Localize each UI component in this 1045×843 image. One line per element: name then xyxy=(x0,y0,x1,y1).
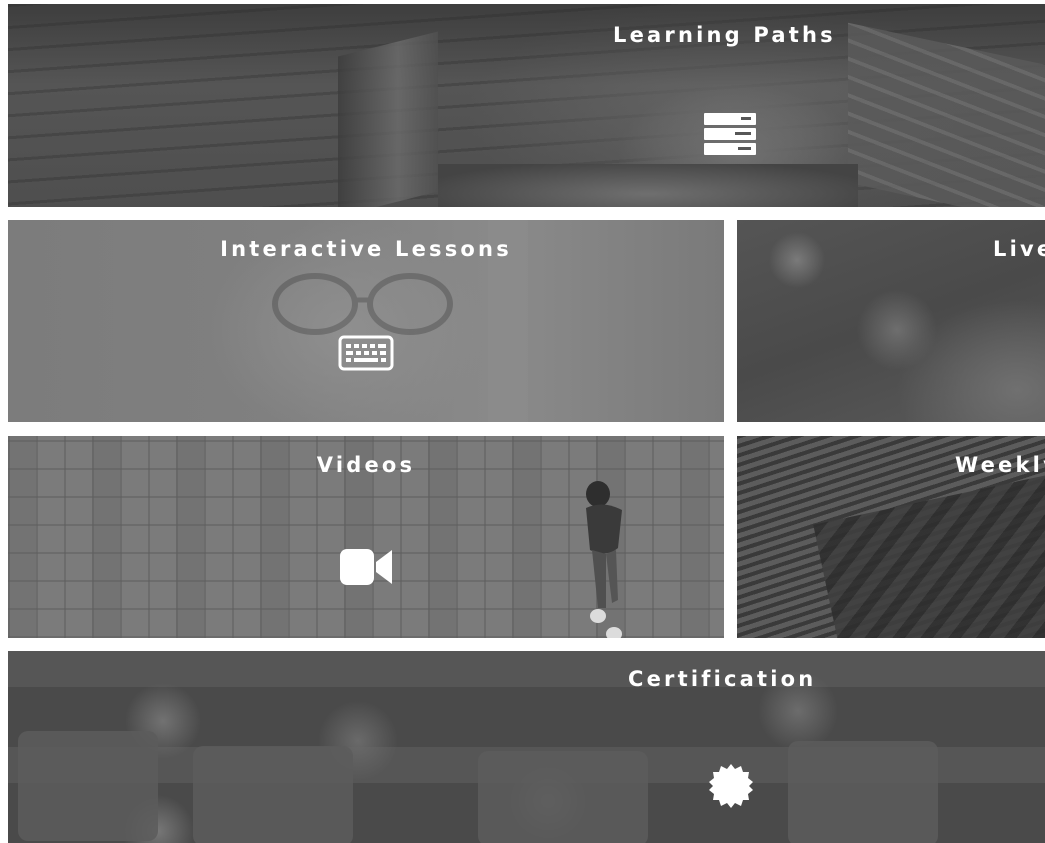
interactive-lessons-label: Interactive Lessons xyxy=(220,237,512,261)
background-stair-shape xyxy=(813,470,1045,638)
live-tile[interactable]: Live xyxy=(737,220,1045,422)
certification-label: Certification xyxy=(628,667,817,691)
live-label: Live xyxy=(993,237,1045,261)
video-camera-icon xyxy=(340,549,392,585)
course-feature-grid: Learning Paths Interactive Lessons Liv V… xyxy=(0,0,1045,843)
weekly-tile[interactable]: Weekly xyxy=(737,436,1045,638)
background-glasses-shape xyxy=(272,273,453,335)
background-person-shape xyxy=(586,481,622,638)
corridor-floor xyxy=(438,164,858,207)
server-stack-icon xyxy=(704,113,756,155)
corridor-wall-left xyxy=(338,31,438,207)
background-seat-shape xyxy=(18,731,158,841)
background-seat-shape xyxy=(193,746,353,843)
certification-tile[interactable]: Certification xyxy=(8,651,1045,843)
corridor-wall-right xyxy=(848,22,1045,207)
learning-paths-tile[interactable]: Learning Paths xyxy=(8,4,1045,207)
badge-icon xyxy=(709,764,753,808)
background-seat-shape xyxy=(478,751,648,843)
interactive-lessons-tile[interactable]: Interactive Lessons xyxy=(8,220,724,422)
keyboard-icon xyxy=(338,335,394,371)
learning-paths-label: Learning Paths xyxy=(613,23,836,47)
videos-tile[interactable]: Videos xyxy=(8,436,724,638)
videos-label: Videos xyxy=(316,453,416,477)
weekly-label: Weekly xyxy=(955,453,1045,477)
background-seat-shape xyxy=(788,741,938,843)
